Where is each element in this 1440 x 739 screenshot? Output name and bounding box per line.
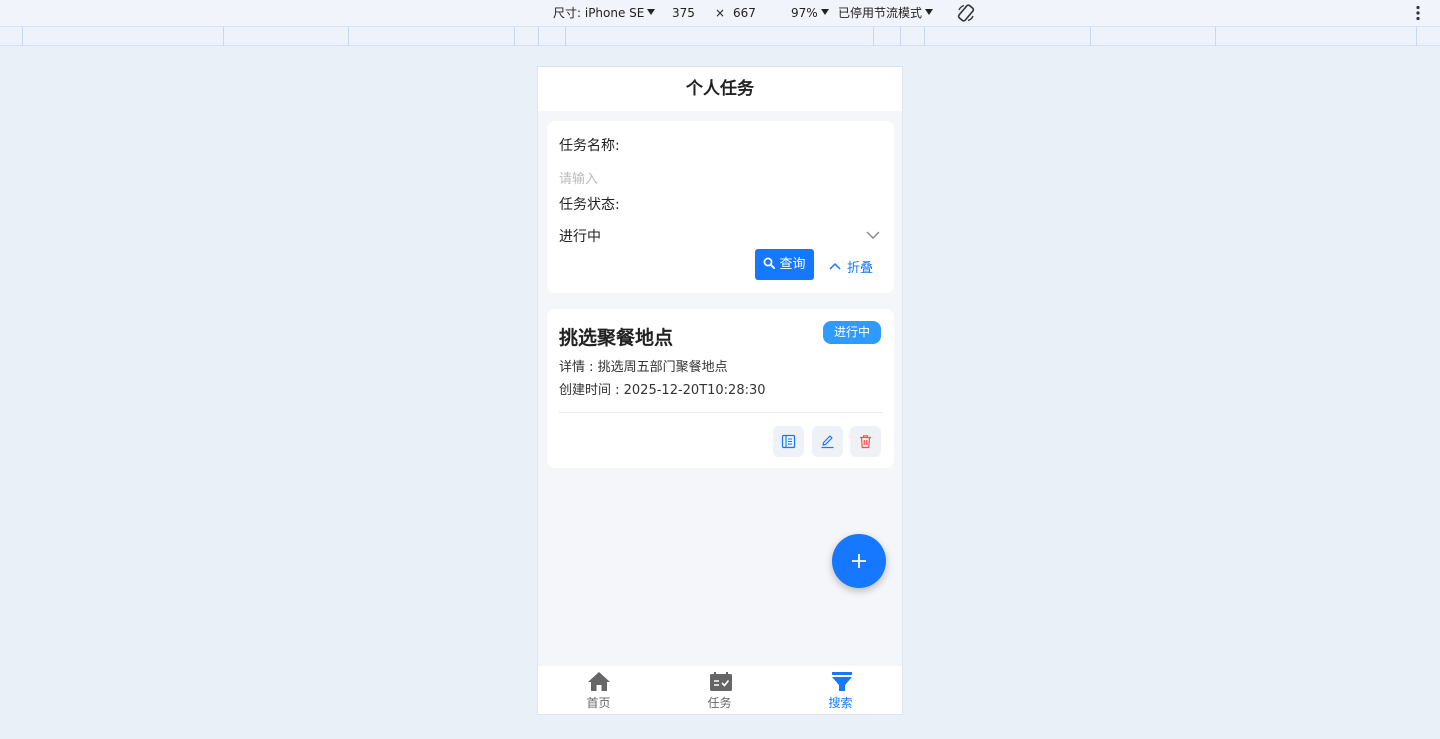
ruler-tick bbox=[538, 27, 539, 46]
ruler-tick bbox=[22, 27, 23, 46]
device-label: 尺寸: iPhone SE bbox=[553, 6, 645, 20]
device-select[interactable]: 尺寸: iPhone SE bbox=[553, 6, 656, 21]
ruler-tick bbox=[900, 27, 901, 46]
fold-button[interactable]: 折叠 bbox=[829, 257, 873, 276]
status-badge: 进行中 bbox=[823, 321, 881, 344]
zoom-label: 97% bbox=[791, 6, 818, 20]
search-icon bbox=[763, 257, 776, 269]
search-funnel-icon bbox=[832, 672, 852, 691]
ruler-tick bbox=[1416, 27, 1417, 46]
tab-tasks-label: 任务 bbox=[707, 696, 732, 710]
query-button-label: 查询 bbox=[779, 257, 806, 272]
task-name-label: 任务名称: bbox=[559, 138, 620, 154]
task-name-input[interactable]: 请输入 bbox=[559, 168, 598, 187]
tab-home-label: 首页 bbox=[586, 696, 611, 710]
tab-search[interactable]: 搜索 bbox=[780, 666, 901, 714]
devtools-toolbar: 尺寸: iPhone SE 375 × 667 97% 已停用节流模式 bbox=[0, 0, 1440, 27]
task-icon bbox=[710, 672, 732, 691]
task-detail: 详情 : 挑选周五部门聚餐地点 bbox=[559, 360, 728, 375]
document-icon bbox=[781, 434, 796, 449]
home-icon bbox=[588, 672, 610, 691]
view-detail-button[interactable] bbox=[773, 426, 804, 457]
ruler-tick bbox=[223, 27, 224, 46]
delete-button[interactable] bbox=[850, 426, 881, 457]
task-created-time: 创建时间 : 2025-12-20T10:28:30 bbox=[559, 383, 766, 398]
search-form: 任务名称: 请输入 任务状态: 进行中 查询 折叠 bbox=[547, 121, 894, 293]
caret-down-icon bbox=[820, 9, 829, 15]
chevron-up-icon bbox=[829, 262, 841, 270]
task-status-label: 任务状态: bbox=[559, 197, 620, 213]
phone-viewport: 个人任务 任务名称: 请输入 任务状态: 进行中 查询 折叠 挑选聚餐地点 进行… bbox=[537, 66, 903, 715]
tab-bar: 首页 任务 搜索 bbox=[538, 666, 902, 714]
tab-tasks[interactable]: 任务 bbox=[659, 666, 780, 714]
fold-button-label: 折叠 bbox=[847, 261, 874, 276]
ruler-tick bbox=[514, 27, 515, 46]
ruler-tick bbox=[873, 27, 874, 46]
tab-search-label: 搜索 bbox=[828, 696, 853, 710]
query-button[interactable]: 查询 bbox=[755, 249, 814, 280]
divider bbox=[559, 412, 883, 413]
ruler-tick bbox=[565, 27, 566, 46]
ruler-tick bbox=[348, 27, 349, 46]
dimension-separator: × bbox=[715, 6, 726, 20]
caret-down-icon bbox=[925, 9, 934, 15]
media-query-ruler bbox=[0, 27, 1440, 46]
ruler-tick bbox=[1090, 27, 1091, 46]
trash-icon bbox=[860, 435, 871, 449]
width-input[interactable]: 375 bbox=[672, 6, 695, 21]
zoom-select[interactable]: 97% bbox=[791, 6, 829, 21]
page-title: 个人任务 bbox=[538, 67, 902, 111]
caret-down-icon bbox=[647, 9, 656, 15]
rotate-icon[interactable] bbox=[956, 3, 976, 23]
tab-home[interactable]: 首页 bbox=[538, 666, 659, 714]
task-title: 挑选聚餐地点 bbox=[559, 327, 674, 349]
plus-icon bbox=[852, 554, 866, 568]
edit-button[interactable] bbox=[812, 426, 843, 457]
throttle-select[interactable]: 已停用节流模式 bbox=[838, 6, 934, 21]
ruler-tick bbox=[1215, 27, 1216, 46]
task-card[interactable]: 挑选聚餐地点 进行中 详情 : 挑选周五部门聚餐地点 创建时间 : 2025-1… bbox=[547, 309, 894, 468]
throttle-label: 已停用节流模式 bbox=[838, 6, 923, 20]
add-task-button[interactable] bbox=[832, 534, 886, 588]
task-status-select[interactable]: 进行中 bbox=[559, 226, 601, 246]
more-options-icon[interactable] bbox=[1410, 4, 1426, 22]
height-input[interactable]: 667 bbox=[733, 6, 756, 21]
ruler-tick bbox=[924, 27, 925, 46]
edit-icon bbox=[821, 435, 834, 449]
chevron-down-icon[interactable] bbox=[865, 229, 881, 241]
